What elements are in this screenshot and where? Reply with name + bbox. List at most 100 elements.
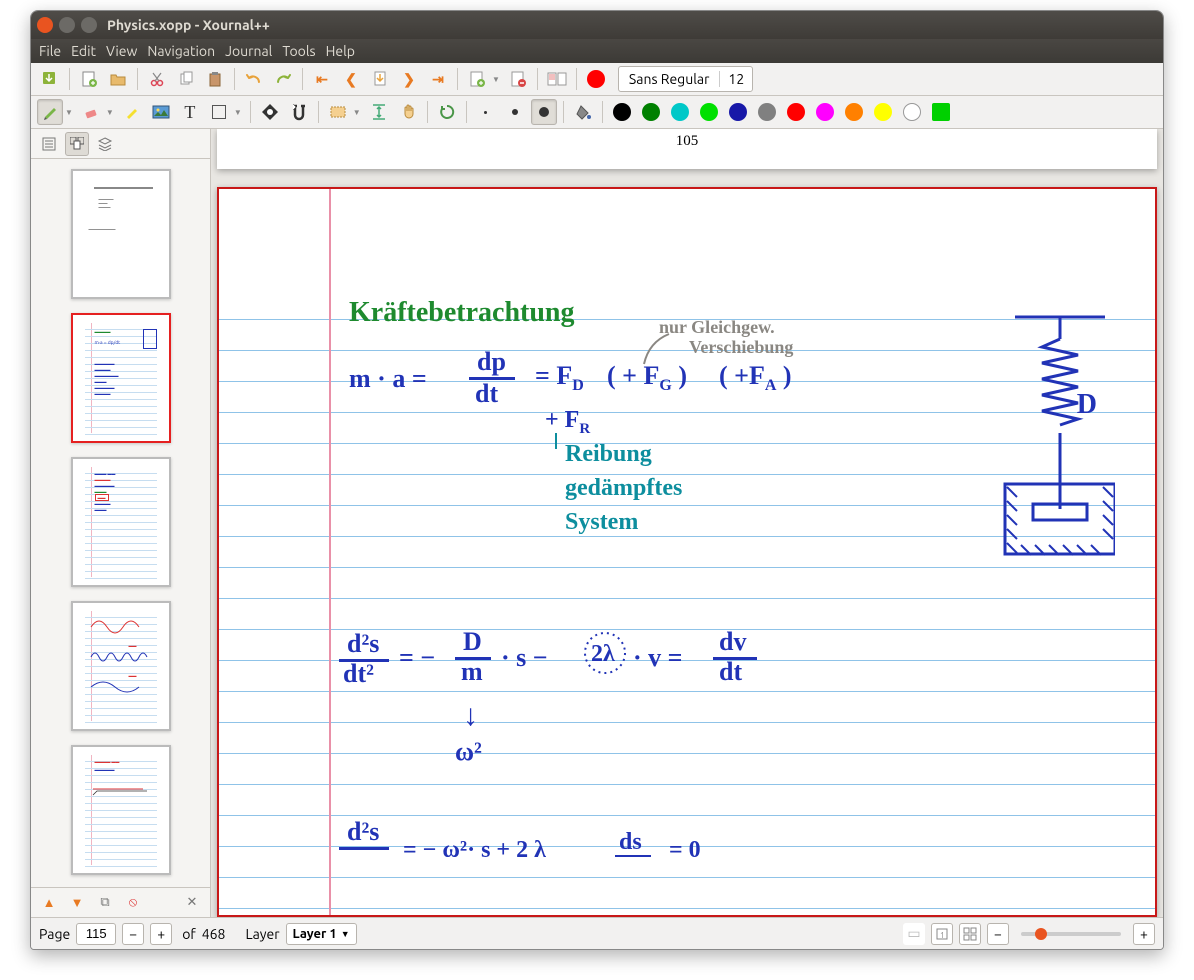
highlighter-tool[interactable] [119, 99, 145, 125]
color-yellow[interactable] [870, 99, 896, 125]
thumbnail-page-3[interactable]: for(let i=0;i<18;i++)document.write('<di… [71, 457, 171, 587]
color-black[interactable] [609, 99, 635, 125]
goto-page-button[interactable] [367, 66, 393, 92]
select-rect-tool[interactable] [325, 99, 351, 125]
sidebar-tab-thumbnails[interactable] [65, 132, 89, 156]
prev-page-button[interactable]: ❮ [338, 66, 364, 92]
image-tool[interactable] [148, 99, 174, 125]
thin-stroke-button[interactable] [473, 99, 499, 125]
snap-button[interactable] [286, 99, 312, 125]
delete-page-button[interactable] [505, 66, 531, 92]
select-dropdown[interactable]: ▼ [351, 108, 363, 117]
sidebar-move-up[interactable]: ▲ [37, 891, 61, 915]
copy-button[interactable] [173, 66, 199, 92]
medium-stroke-button[interactable] [502, 99, 528, 125]
sidebar-close[interactable]: ✕ [180, 891, 204, 915]
page-label: Page [39, 926, 70, 942]
new-page-button[interactable] [76, 66, 102, 92]
color-grey[interactable] [754, 99, 780, 125]
shape-dropdown[interactable]: ▼ [232, 108, 244, 117]
zoom-slider[interactable] [1021, 932, 1121, 936]
hand-tool[interactable] [395, 99, 421, 125]
color-green[interactable] [638, 99, 664, 125]
color-white[interactable] [899, 99, 925, 125]
open-button[interactable] [105, 66, 131, 92]
sidebar-move-down[interactable]: ▼ [65, 891, 89, 915]
font-selector[interactable]: Sans Regular 12 [618, 66, 753, 92]
content-area: ▬▬▬▬▬▬▬▬▬▬▬▬▬▬▬▬▬▬▬▬▬ for(let i=0;i<18;i… [31, 129, 1163, 917]
thick-stroke-button[interactable] [531, 99, 557, 125]
next-page-button[interactable]: ❯ [396, 66, 422, 92]
insert-page-dropdown[interactable]: ▼ [490, 75, 502, 84]
eraser-dropdown[interactable]: ▼ [104, 108, 116, 117]
color-magenta[interactable] [812, 99, 838, 125]
eq2-d2s: d²s [347, 629, 379, 659]
current-page[interactable]: for(let i=0;i<22;i++)document.write('<di… [217, 187, 1157, 917]
color-red[interactable] [783, 99, 809, 125]
color-cyan[interactable] [667, 99, 693, 125]
zoom-presentation-button[interactable]: ▭ [903, 923, 925, 945]
eq3-zero: = 0 [669, 837, 701, 864]
eraser-tool[interactable] [78, 99, 104, 125]
thumbnail-list[interactable]: ▬▬▬▬▬▬▬▬▬▬▬▬▬▬▬▬▬▬▬▬▬ for(let i=0;i<18;i… [31, 159, 210, 887]
pen-tool[interactable] [37, 99, 63, 125]
menu-journal[interactable]: Journal [225, 43, 272, 59]
last-page-button[interactable]: ⇥ [425, 66, 451, 92]
thumbnail-page-4[interactable]: for(let i=0;i<18;i++)document.write('<di… [71, 601, 171, 731]
color-green2[interactable] [928, 99, 954, 125]
zoom-out-button[interactable]: − [987, 923, 1009, 945]
color-lime[interactable] [696, 99, 722, 125]
statusbar: Page − + of 468 Layer Layer 1 ▼ ▭ 1 − + [31, 917, 1163, 949]
vertical-space-tool[interactable] [366, 99, 392, 125]
menu-edit[interactable]: Edit [71, 43, 96, 59]
window-close-button[interactable] [37, 17, 53, 33]
toolbar-tools: ▼ ▼ T ▼ ▼ [31, 96, 1163, 129]
zoom-fit-page-button[interactable]: 1 [931, 923, 953, 945]
reload-button[interactable] [434, 99, 460, 125]
menu-help[interactable]: Help [326, 43, 355, 59]
paste-button[interactable] [202, 66, 228, 92]
menu-file[interactable]: File [39, 43, 61, 59]
first-page-button[interactable]: ⇤ [309, 66, 335, 92]
pen-dropdown[interactable]: ▼ [63, 108, 75, 117]
sidebar-copy-page[interactable]: ⧉ [93, 891, 117, 915]
shape-recognizer-button[interactable] [257, 99, 283, 125]
sidebar-tab-layers[interactable] [93, 132, 117, 156]
menu-tools[interactable]: Tools [282, 43, 315, 59]
page-prev-button[interactable]: − [122, 923, 144, 945]
sidebar-tabs [31, 129, 210, 159]
text-tool[interactable]: T [177, 99, 203, 125]
window-minimize-button[interactable] [59, 17, 75, 33]
thumbnail-page-5[interactable]: for(let i=0;i<18;i++)document.write('<di… [71, 745, 171, 875]
insert-page-button[interactable] [464, 66, 490, 92]
page-next-button[interactable]: + [150, 923, 172, 945]
layer-label: Layer [245, 926, 279, 942]
sidebar-delete-page[interactable]: ⦸ [121, 891, 145, 915]
redo-button[interactable] [270, 66, 296, 92]
menu-view[interactable]: View [106, 43, 137, 59]
sidebar-tab-outline[interactable] [37, 132, 61, 156]
current-color-button[interactable] [583, 66, 609, 92]
margin-line [329, 189, 331, 915]
menu-navigation[interactable]: Navigation [147, 43, 215, 59]
page-number-input[interactable] [76, 923, 116, 945]
canvas-viewport[interactable]: 105 for(let i=0;i<22;i++)document.write(… [211, 129, 1163, 917]
layer-selector[interactable]: Layer 1 ▼ [286, 923, 357, 945]
paired-pages-button[interactable] [544, 66, 570, 92]
save-button[interactable] [37, 66, 63, 92]
zoom-fit-width-button[interactable] [959, 923, 981, 945]
color-blue[interactable] [725, 99, 751, 125]
eq-plus-fr: + FR [545, 407, 590, 438]
cut-button[interactable] [144, 66, 170, 92]
fill-button[interactable] [570, 99, 596, 125]
note-title: Kräftebetrachtung [349, 297, 575, 329]
window-maximize-button[interactable] [81, 17, 97, 33]
eq2-eq-minus: = − [399, 643, 435, 673]
shape-tool[interactable] [206, 99, 232, 125]
color-orange[interactable] [841, 99, 867, 125]
thumbnail-page-1[interactable]: ▬▬▬▬▬▬▬▬▬▬▬▬▬▬▬▬▬▬▬▬▬ [71, 169, 171, 299]
undo-button[interactable] [241, 66, 267, 92]
eq-plus-fg: ( + FG ) [607, 361, 687, 395]
zoom-in-button[interactable]: + [1133, 923, 1155, 945]
thumbnail-page-2-selected[interactable]: for(let i=0;i<18;i++)document.write('<di… [71, 313, 171, 443]
